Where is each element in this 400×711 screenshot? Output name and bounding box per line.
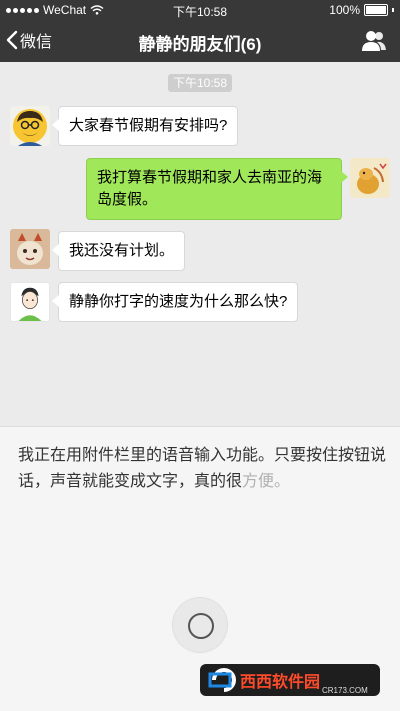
message-bubble[interactable]: 我还没有计划。 — [51, 231, 186, 271]
avatar[interactable] — [10, 229, 50, 269]
message-text: 静静你打字的速度为什么那么快? — [69, 293, 288, 310]
avatar[interactable] — [10, 282, 50, 322]
timestamp: 下午10:58 — [168, 74, 232, 92]
voice-transcript-text: 我正在用附件栏里的语音输入功能。只要按住按钮说话，声音就能变成文字，真的很 — [18, 447, 387, 490]
chat-area[interactable]: 下午10:58 大家春节假期有安排吗? 我打算春节假期和家人去南亚的海岛度假。 — [0, 62, 400, 426]
group-icon[interactable] — [362, 30, 386, 52]
message-text: 我还没有计划。 — [69, 242, 175, 259]
message-bubble[interactable]: 大家春节假期有安排吗? — [51, 106, 239, 146]
message-text: 大家春节假期有安排吗? — [69, 117, 228, 134]
status-bar: WeChat 下午10:58 100% — [0, 0, 400, 20]
battery-percent: 100% — [329, 3, 360, 17]
back-button[interactable]: 微信 — [6, 28, 52, 52]
voice-record-button[interactable] — [172, 597, 228, 653]
avatar-image — [10, 229, 50, 269]
avatar-self[interactable] — [350, 158, 390, 198]
avatar-image — [13, 109, 47, 146]
battery-icon — [364, 4, 388, 16]
record-circle-icon — [188, 613, 214, 639]
watermark-brand: 西西软件园 — [240, 672, 320, 691]
status-right: 100% — [329, 3, 394, 17]
voice-transcript[interactable]: 我正在用附件栏里的语音输入功能。只要按住按钮说话，声音就能变成文字，真的很方便。 — [18, 443, 386, 495]
message-bubble[interactable]: 静静你打字的速度为什么那么快? — [51, 282, 299, 322]
message-text: 我打算春节假期和家人去南亚的海岛度假。 — [97, 169, 323, 208]
back-label: 微信 — [20, 34, 53, 51]
battery-tip — [392, 8, 394, 12]
watermark-logo: 西西软件园 CR173.COM — [200, 664, 380, 696]
voice-transcript-pending: 方便。 — [242, 473, 291, 490]
chevron-left-icon — [6, 30, 18, 50]
avatar[interactable] — [10, 106, 50, 146]
watermark-url: CR173.COM — [322, 686, 368, 695]
avatar-image — [11, 283, 49, 321]
nav-bar: 微信 静静的朋友们(6) — [0, 20, 400, 62]
message-bubble-self[interactable]: 我打算春节假期和家人去南亚的海岛度假。 — [86, 158, 348, 220]
chat-title: 静静的朋友们(6) — [138, 35, 262, 54]
avatar-image — [350, 158, 390, 198]
